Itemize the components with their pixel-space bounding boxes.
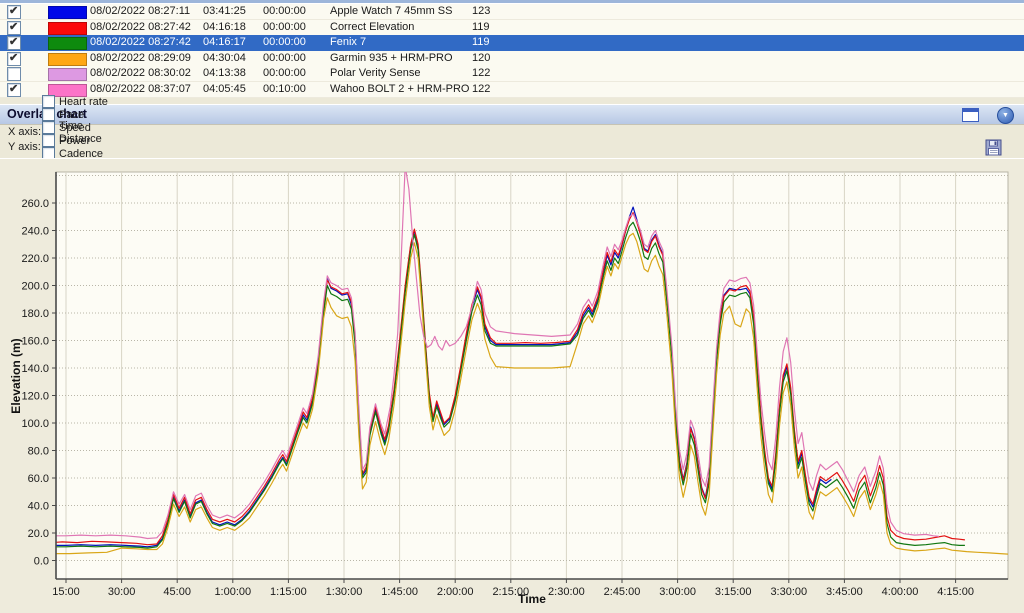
y-axis-title: Elevation (m) bbox=[9, 296, 23, 456]
y-axis-controls: Y axis: Heart ratePaceSpeedPowerCadence✔… bbox=[8, 140, 121, 154]
save-chart-button[interactable] bbox=[985, 139, 1003, 156]
checkbox[interactable] bbox=[42, 108, 55, 121]
checkmark-icon: ✔ bbox=[9, 20, 18, 34]
row-datetime: 08/02/2022 08:27:11 bbox=[90, 5, 190, 17]
y-axis-option-speed[interactable]: Speed bbox=[42, 121, 108, 134]
activity-table: ✔ 08/02/2022 08:27:11 03:41:25 00:00:00 Appl… bbox=[0, 0, 1024, 98]
option-label: Pace bbox=[59, 109, 84, 121]
table-row[interactable]: ✔ 08/02/2022 08:27:11 03:41:25 00:00:00 Appl… bbox=[0, 4, 1024, 20]
y-tick-label: 200.0 bbox=[21, 281, 49, 293]
row-datetime: 08/02/2022 08:29:09 bbox=[90, 52, 191, 64]
row-checkbox[interactable]: ✔ bbox=[7, 21, 21, 35]
checkmark-icon: ✔ bbox=[9, 4, 18, 18]
overlay-chart[interactable]: 15:0030:0045:001:00:001:15:001:30:001:45… bbox=[0, 160, 1024, 613]
y-tick-label: 40.0 bbox=[28, 501, 49, 513]
row-device-name: Apple Watch 7 45mm SS bbox=[330, 5, 452, 17]
row-device-name: Garmin 935 + HRM-PRO bbox=[330, 52, 453, 64]
y-tick-label: 100.0 bbox=[21, 418, 49, 430]
y-axis-label: Y axis: bbox=[8, 141, 42, 153]
row-datetime: 08/02/2022 08:30:02 bbox=[90, 67, 191, 79]
row-datetime: 08/02/2022 08:37:07 bbox=[90, 83, 191, 95]
row-value: 120 bbox=[472, 52, 490, 64]
row-device-name: Wahoo BOLT 2 + HRM-PRO bbox=[330, 83, 469, 95]
row-checkbox[interactable]: ✔ bbox=[7, 5, 21, 19]
floppy-disk-icon bbox=[985, 139, 1003, 156]
row-checkbox[interactable] bbox=[7, 67, 21, 81]
row-duration: 04:16:17 bbox=[203, 36, 246, 48]
row-device-name: Polar Verity Sense bbox=[330, 67, 421, 79]
row-value: 119 bbox=[472, 21, 490, 33]
row-value: 119 bbox=[472, 36, 490, 48]
panel-window-icon-bar bbox=[963, 109, 978, 112]
app-window: ✔ 08/02/2022 08:27:11 03:41:25 00:00:00 Appl… bbox=[0, 0, 1024, 613]
panel-window-icon[interactable] bbox=[962, 108, 979, 122]
y-tick-label: 120.0 bbox=[21, 391, 49, 403]
y-axis-option-pace[interactable]: Pace bbox=[42, 108, 108, 121]
series-color-swatch[interactable] bbox=[48, 37, 87, 50]
row-device-name: Correct Elevation bbox=[330, 21, 414, 33]
row-offset: 00:10:00 bbox=[263, 83, 306, 95]
checkbox[interactable] bbox=[42, 121, 55, 134]
collapse-panel-button[interactable]: ▼ bbox=[997, 107, 1014, 124]
y-tick-label: 80.0 bbox=[28, 446, 49, 458]
row-datetime: 08/02/2022 08:27:42 bbox=[90, 21, 191, 33]
table-row[interactable]: ✔ 08/02/2022 08:37:07 04:05:45 00:10:00 Waho… bbox=[0, 82, 1024, 98]
row-value: 123 bbox=[472, 5, 490, 17]
row-duration: 04:16:18 bbox=[203, 21, 246, 33]
row-offset: 00:00:00 bbox=[263, 52, 306, 64]
option-label: Speed bbox=[59, 122, 91, 134]
series-color-swatch[interactable] bbox=[48, 6, 87, 19]
y-axis-option-power[interactable]: Power bbox=[42, 134, 108, 147]
checkmark-icon: ✔ bbox=[9, 51, 18, 65]
table-row[interactable]: ✔ 08/02/2022 08:29:09 04:30:04 00:00:00 Garm… bbox=[0, 51, 1024, 67]
y-tick-label: 0.0 bbox=[34, 556, 49, 568]
table-row[interactable]: ✔ 08/02/2022 08:27:42 04:16:18 00:00:00 Corr… bbox=[0, 20, 1024, 36]
row-device-name: Fenix 7 bbox=[330, 36, 366, 48]
row-offset: 00:00:00 bbox=[263, 67, 306, 79]
row-duration: 04:13:38 bbox=[203, 67, 246, 79]
y-tick-label: 240.0 bbox=[21, 226, 49, 238]
row-value: 122 bbox=[472, 83, 490, 95]
y-tick-label: 140.0 bbox=[21, 363, 49, 375]
row-duration: 03:41:25 bbox=[203, 5, 246, 17]
checkmark-icon: ✔ bbox=[9, 35, 18, 49]
y-tick-label: 60.0 bbox=[28, 473, 49, 485]
checkbox[interactable] bbox=[42, 134, 55, 147]
row-offset: 00:00:00 bbox=[263, 5, 306, 17]
row-checkbox[interactable]: ✔ bbox=[7, 83, 21, 97]
y-tick-label: 260.0 bbox=[21, 198, 49, 210]
x-axis-label: X axis: bbox=[8, 126, 42, 138]
y-tick-label: 220.0 bbox=[21, 253, 49, 265]
option-label: Power bbox=[59, 135, 90, 147]
series-color-swatch[interactable] bbox=[48, 22, 87, 35]
row-checkbox[interactable]: ✔ bbox=[7, 52, 21, 66]
y-tick-label: 20.0 bbox=[28, 528, 49, 540]
row-duration: 04:05:45 bbox=[203, 83, 246, 95]
row-datetime: 08/02/2022 08:27:42 bbox=[90, 36, 191, 48]
row-checkbox[interactable]: ✔ bbox=[7, 36, 21, 50]
table-row[interactable]: ✔ 08/02/2022 08:27:42 04:16:17 00:00:00 Feni… bbox=[0, 35, 1024, 51]
row-duration: 04:30:04 bbox=[203, 52, 246, 64]
row-offset: 00:00:00 bbox=[263, 21, 306, 33]
table-row[interactable]: 08/02/2022 08:30:02 04:13:38 00:00:00 Polar… bbox=[0, 66, 1024, 82]
checkmark-icon: ✔ bbox=[9, 82, 18, 96]
row-value: 122 bbox=[472, 67, 490, 79]
series-color-swatch[interactable] bbox=[48, 68, 87, 81]
series-color-swatch[interactable] bbox=[48, 53, 87, 66]
checkbox[interactable] bbox=[42, 95, 55, 108]
option-label: Heart rate bbox=[59, 96, 108, 108]
y-tick-label: 180.0 bbox=[21, 308, 49, 320]
y-tick-label: 160.0 bbox=[21, 336, 49, 348]
y-axis-option-heart-rate[interactable]: Heart rate bbox=[42, 95, 108, 108]
x-axis-title: Time bbox=[20, 592, 1024, 606]
row-offset: 00:00:00 bbox=[263, 36, 306, 48]
overlay-chart-header: Overlay chart ▼ bbox=[0, 104, 1024, 125]
plot-area bbox=[56, 172, 1008, 579]
